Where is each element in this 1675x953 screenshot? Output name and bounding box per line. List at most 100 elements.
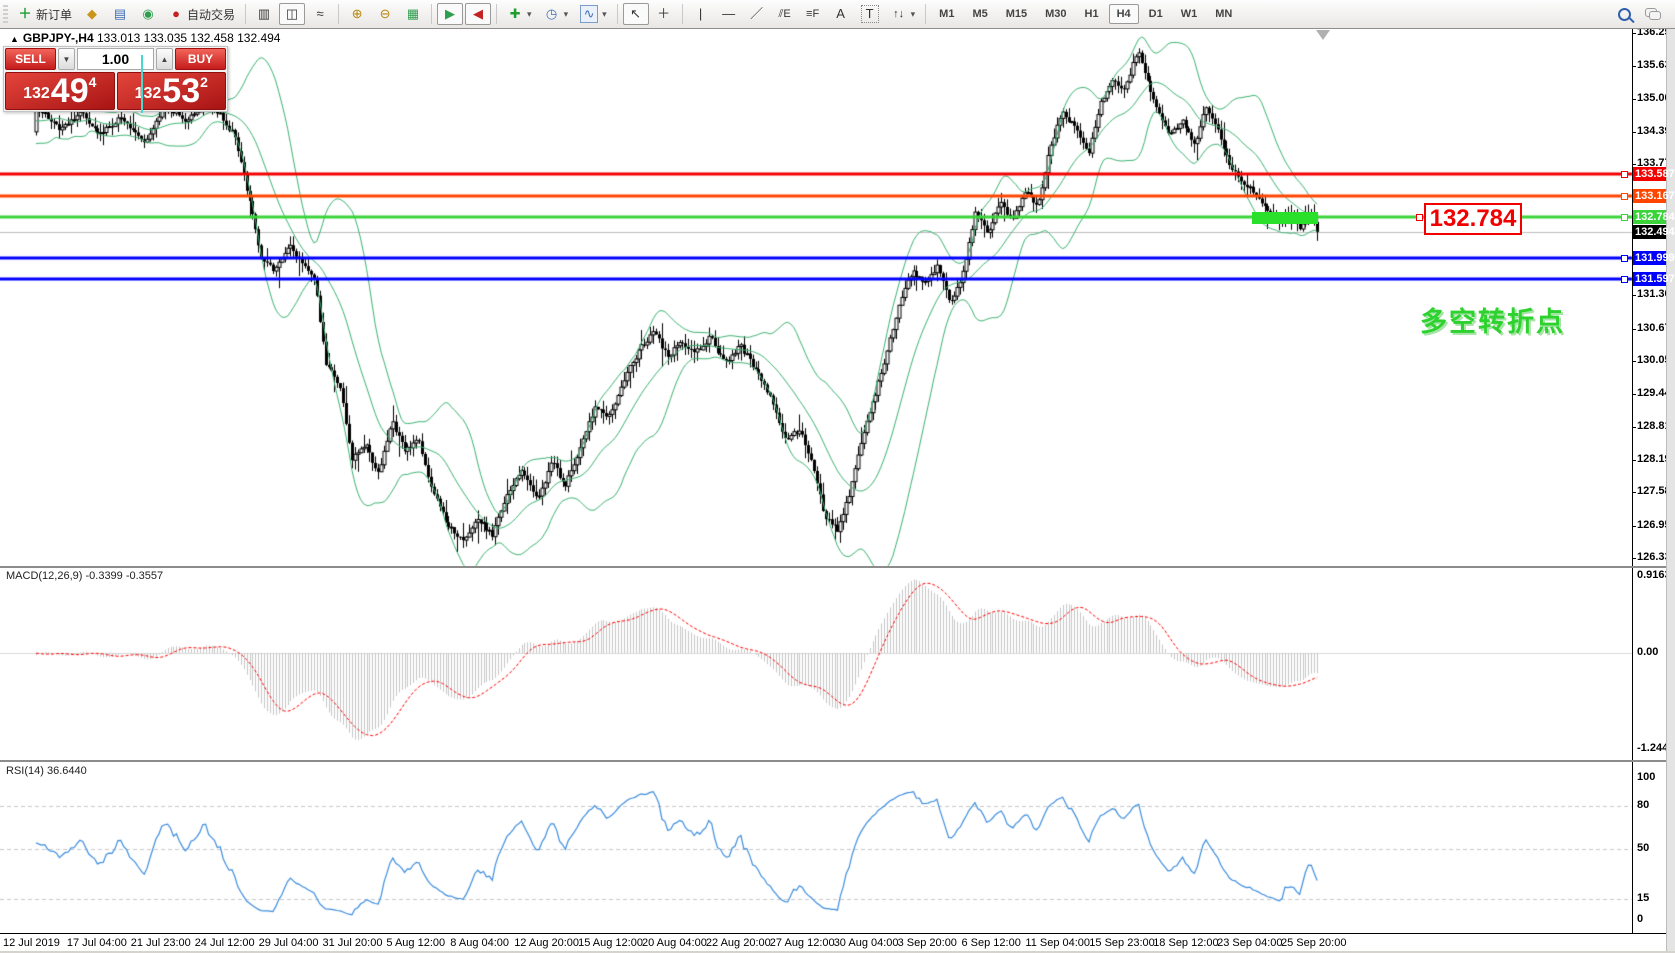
search-icon[interactable]	[1618, 8, 1631, 21]
vline-tool-button[interactable]: |	[688, 3, 714, 25]
timeframe-mn[interactable]: MN	[1207, 4, 1240, 24]
chart-window-button[interactable]: ◆	[79, 3, 105, 25]
rsi-scale-label: 15	[1637, 892, 1649, 904]
fibonacci-tool-button[interactable]: ≡F	[800, 3, 826, 25]
date-label: 15 Aug 12:00	[578, 937, 643, 949]
price-tick-mark	[1632, 427, 1636, 428]
price-tick-mark	[1632, 99, 1636, 100]
timeframe-m15[interactable]: M15	[998, 4, 1035, 24]
sell-price-button[interactable]: 132 49 4	[5, 72, 115, 110]
rsi-scale-label: 100	[1637, 771, 1655, 783]
highlight-zone[interactable]	[1252, 212, 1318, 224]
timeframe-m1[interactable]: M1	[931, 4, 962, 24]
price-annotation-box[interactable]: 132.784	[1424, 203, 1522, 235]
chat-icon[interactable]	[1645, 8, 1661, 20]
date-label: 3 Sep 20:00	[898, 937, 957, 949]
signals-icon: ◉	[140, 6, 156, 22]
vertical-line-icon: |	[693, 6, 709, 22]
sell-button[interactable]: SELL	[5, 48, 56, 70]
date-label: 12 Aug 20:00	[514, 937, 579, 949]
price-tick-mark	[1632, 66, 1636, 67]
level-label-133.587[interactable]: 133.587	[1633, 167, 1666, 181]
bar-chart-button[interactable]: ▥	[251, 3, 277, 25]
line-handle[interactable]	[1621, 214, 1628, 221]
chart-title: ▲GBPJPY-,H4 133.013 133.035 132.458 132.…	[10, 31, 280, 45]
tile-windows-button[interactable]: ▦	[400, 3, 426, 25]
date-label: 17 Jul 04:00	[67, 937, 127, 949]
timeframe-m5[interactable]: M5	[964, 4, 995, 24]
profile-button[interactable]: ▤	[107, 3, 133, 25]
mt4-window: ＋ 新订单 ◆ ▤ ◉ ● 自动交易 ▥ ◫ ≈ ⊕ ⊖ ▦ ▶ ◀ ✚▾ ◷▾…	[0, 0, 1675, 953]
zoom-out-icon: ⊖	[377, 6, 393, 22]
arrows-tool-button[interactable]: ↑↓▾	[886, 3, 921, 25]
level-label-132.784[interactable]: 132.784	[1633, 210, 1666, 224]
annotation-handle[interactable]	[1416, 214, 1423, 221]
autotrade-icon: ●	[168, 6, 184, 22]
volume-increase-button[interactable]: ▲	[156, 48, 173, 70]
toolbar-separator	[925, 4, 926, 24]
timeframe-h4[interactable]: H4	[1109, 4, 1139, 24]
ohlc-readout: 133.013 133.035 132.458 132.494	[97, 31, 281, 45]
chart-shift-button[interactable]: ◀	[465, 3, 491, 25]
date-label: 12 Jul 2019	[3, 937, 60, 949]
line-handle[interactable]	[1621, 193, 1628, 200]
new-order-label: 新订单	[36, 6, 72, 23]
level-label-131.597[interactable]: 131.597	[1633, 272, 1666, 286]
timeframe-m30[interactable]: M30	[1037, 4, 1074, 24]
toolbar-right	[1618, 8, 1675, 21]
add-indicator-icon: ✚	[507, 6, 523, 22]
autotrade-button[interactable]: ● 自动交易	[163, 3, 240, 26]
line-chart-button[interactable]: ≈	[307, 3, 333, 25]
pane-separator-rsi[interactable]	[0, 760, 1675, 762]
toolbar-grip[interactable]	[3, 5, 8, 23]
timeframe-w1[interactable]: W1	[1173, 4, 1206, 24]
signals-button[interactable]: ◉	[135, 3, 161, 25]
zoom-out-button[interactable]: ⊖	[372, 3, 398, 25]
auto-scroll-button[interactable]: ▶	[437, 3, 463, 25]
timeframe-h1[interactable]: H1	[1077, 4, 1107, 24]
price-tick-mark	[1632, 394, 1636, 395]
period-button[interactable]: ◷▾	[539, 3, 574, 25]
crosshair-icon: ＋	[656, 6, 672, 22]
turning-point-text[interactable]: 多空转折点	[1420, 300, 1565, 339]
level-label-133.167[interactable]: 133.167	[1633, 189, 1666, 203]
chart-canvas[interactable]	[0, 0, 1633, 953]
line-handle[interactable]	[1621, 171, 1628, 178]
cursor-tool-button[interactable]: ↖	[623, 3, 649, 25]
trendline-tool-button[interactable]: ／	[744, 3, 770, 25]
label-tool-button[interactable]: T	[856, 2, 884, 26]
macd-values: -0.3399 -0.3557	[85, 570, 163, 582]
date-label: 15 Sep 23:00	[1089, 937, 1154, 949]
dropdown-caret-icon: ▾	[602, 9, 607, 20]
level-label-131.999[interactable]: 131.999	[1633, 251, 1666, 265]
vertical-line-object[interactable]	[141, 55, 143, 113]
indicators-list-button[interactable]: ∿▾	[575, 2, 612, 26]
scroll-end-marker-icon[interactable]	[1316, 30, 1330, 40]
line-handle[interactable]	[1621, 276, 1628, 283]
candlestick-chart-icon: ◫	[284, 6, 300, 22]
line-handle[interactable]	[1621, 255, 1628, 262]
volume-decrease-button[interactable]: ▼	[58, 48, 75, 70]
date-label: 27 Aug 12:00	[770, 937, 835, 949]
buy-price-button[interactable]: 132 53 2	[117, 72, 227, 110]
hline-tool-button[interactable]: —	[716, 3, 742, 25]
horizontal-line-icon: —	[721, 6, 737, 22]
timeframe-d1[interactable]: D1	[1141, 4, 1171, 24]
pane-separator-macd[interactable]	[0, 566, 1675, 568]
macd-label: MACD(12,26,9) -0.3399 -0.3557	[6, 570, 163, 582]
new-order-button[interactable]: ＋ 新订单	[12, 3, 77, 26]
date-label: 22 Aug 20:00	[706, 937, 771, 949]
collapse-arrow-icon[interactable]: ▲	[10, 34, 19, 44]
text-tool-button[interactable]: A	[828, 3, 854, 25]
candlestick-chart-button[interactable]: ◫	[279, 3, 305, 25]
add-indicator-button[interactable]: ✚▾	[502, 3, 537, 25]
time-axis[interactable]: 12 Jul 201917 Jul 04:0021 Jul 23:0024 Ju…	[0, 934, 1666, 951]
date-label: 20 Aug 04:00	[642, 937, 707, 949]
toolbar-separator	[682, 4, 683, 24]
price-tick-mark	[1632, 526, 1636, 527]
buy-button[interactable]: BUY	[175, 48, 226, 70]
crosshair-tool-button[interactable]: ＋	[651, 3, 677, 25]
channel-tool-button[interactable]: ⫽E	[772, 3, 798, 25]
one-click-trading-panel: SELL ▼ 1.00 ▲ BUY 132 49 4 132 53 2	[3, 46, 228, 112]
zoom-in-button[interactable]: ⊕	[344, 3, 370, 25]
